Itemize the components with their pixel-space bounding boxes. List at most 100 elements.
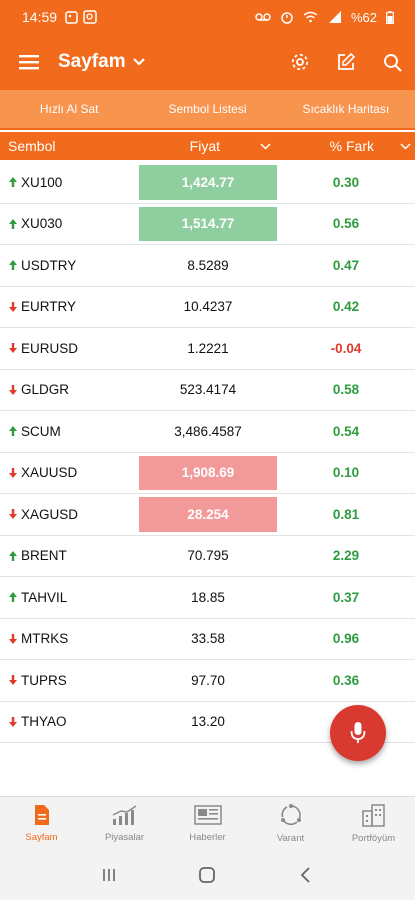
symbol-name: TUPRS	[21, 672, 67, 688]
table-row[interactable]: USDTRY 8.5289 0.47	[0, 245, 415, 287]
diff-cell: 0.58	[332, 382, 360, 398]
symbol-name: USDTRY	[21, 257, 77, 273]
voice-search-button[interactable]	[330, 705, 386, 761]
price-cell: 1,514.77	[139, 206, 277, 241]
symbol-name: XAGUSD	[21, 506, 79, 522]
nav-item-label: Sayfam	[25, 832, 58, 843]
document-icon	[32, 804, 52, 832]
column-symbol[interactable]: Sembol	[0, 138, 139, 154]
diff-cell: 0.37	[332, 589, 360, 605]
tab-quick-trade[interactable]: Hızlı Al Sat	[0, 90, 138, 128]
table-row[interactable]: XAUUSD 1,908.69 0.10	[0, 453, 415, 494]
alarm-icon	[279, 9, 295, 25]
nav-item-sayfam[interactable]: Sayfam	[0, 797, 83, 850]
column-price-label: Fiyat	[189, 138, 220, 154]
page-selector[interactable]: Sayfam	[58, 51, 146, 73]
diff-cell: 0.42	[332, 299, 360, 315]
recent-apps-button[interactable]	[89, 855, 129, 895]
chevron-down-icon	[132, 58, 145, 66]
diff-cell: 2.29	[332, 548, 360, 564]
status-bar: 14:59 %62	[0, 0, 415, 34]
table-header: Sembol Fiyat % Fark	[0, 132, 415, 160]
table-row[interactable]: TAHVIL 18.85 0.37	[0, 577, 415, 619]
arrow-up-icon	[8, 425, 18, 437]
price-cell: 3,486.4587	[174, 423, 242, 439]
arrow-down-icon	[8, 508, 18, 520]
symbol-cell: TAHVIL	[0, 577, 139, 618]
diff-cell: 0.47	[332, 257, 360, 273]
search-button[interactable]	[369, 34, 415, 90]
price-cell: 97.70	[191, 672, 225, 688]
battery-icon	[382, 9, 398, 25]
price-cell: 1.2221	[187, 340, 229, 356]
gallery-icon	[63, 9, 79, 25]
diff-cell: 0.10	[332, 465, 360, 481]
chevron-down-icon	[400, 142, 411, 150]
home-button[interactable]	[187, 855, 227, 895]
back-icon	[300, 867, 310, 883]
menu-button[interactable]	[0, 34, 58, 90]
table-row[interactable]: XAGUSD 28.254 0.81	[0, 494, 415, 536]
nav-item-varant[interactable]: Varant	[249, 797, 332, 850]
price-cell: 33.58	[191, 631, 225, 647]
symbol-name: GLDGR	[21, 382, 70, 398]
table-row[interactable]: XU100 1,424.77 0.30	[0, 162, 415, 204]
tab-heat-map[interactable]: Sıcaklık Haritası	[277, 90, 415, 128]
symbol-cell: EURTRY	[0, 287, 139, 328]
gear-icon	[291, 53, 309, 71]
table-row[interactable]: GLDGR 523.4174 0.58	[0, 370, 415, 411]
table-row[interactable]: EURTRY 10.4237 0.42	[0, 287, 415, 328]
symbol-name: SCUM	[21, 423, 61, 439]
table-row[interactable]: XU030 1,514.77 0.56	[0, 204, 415, 245]
nav-item-haberler[interactable]: Haberler	[166, 797, 249, 850]
bar-chart-icon	[111, 804, 139, 832]
table-row[interactable]: SCUM 3,486.4587 0.54	[0, 411, 415, 453]
bottom-navigation: Sayfam Piyasalar Haberler Varant Portföyüm	[0, 796, 415, 850]
arrow-down-icon	[8, 716, 18, 728]
symbol-cell: EURUSD	[0, 328, 139, 369]
system-navigation	[0, 850, 415, 900]
back-button[interactable]	[286, 855, 326, 895]
status-time: 14:59	[22, 9, 58, 25]
price-cell: 13.20	[191, 714, 225, 730]
nav-item-portf-y-m[interactable]: Portföyüm	[332, 797, 415, 850]
table-row[interactable]: EURUSD 1.2221 -0.04	[0, 328, 415, 370]
diff-cell: 0.36	[332, 672, 360, 688]
edit-icon	[338, 52, 356, 70]
symbol-cell: XU030	[0, 204, 139, 245]
symbol-name: EURTRY	[21, 299, 77, 315]
signal-icon	[327, 9, 343, 25]
nav-item-label: Haberler	[189, 832, 226, 843]
arrow-down-icon	[8, 301, 18, 313]
arrow-up-icon	[8, 176, 18, 188]
table-row[interactable]: TUPRS 97.70 0.36	[0, 660, 415, 702]
arrow-up-icon	[8, 218, 18, 230]
symbol-cell: SCUM	[0, 411, 139, 452]
symbol-table: XU100 1,424.77 0.30 XU030 1,514.77 0.56 USDTRY…	[0, 162, 415, 743]
symbol-cell: USDTRY	[0, 245, 139, 286]
arrow-down-icon	[8, 674, 18, 686]
arrow-up-icon	[8, 591, 18, 603]
table-row[interactable]: BRENT 70.795 2.29	[0, 536, 415, 577]
edit-button[interactable]	[323, 34, 369, 90]
column-price[interactable]: Fiyat	[139, 138, 277, 154]
header-actions	[277, 34, 415, 90]
settings-button[interactable]	[277, 34, 323, 90]
symbol-cell: XU100	[0, 162, 139, 203]
arrow-up-icon	[8, 550, 18, 562]
symbol-cell: BRENT	[0, 536, 139, 577]
table-row[interactable]: MTRKS 33.58 0.96	[0, 619, 415, 660]
price-cell: 10.4237	[183, 299, 233, 315]
tab-symbol-list[interactable]: Sembol Listesi	[138, 90, 276, 128]
symbol-cell: XAGUSD	[0, 494, 139, 535]
app-header: Sayfam	[0, 34, 415, 90]
status-right: %62	[255, 9, 401, 25]
price-cell: 8.5289	[187, 257, 229, 273]
diff-cell: 0.56	[332, 216, 360, 232]
hamburger-icon	[19, 55, 39, 70]
nav-item-label: Piyasalar	[104, 832, 145, 843]
nav-item-piyasalar[interactable]: Piyasalar	[83, 797, 166, 850]
microphone-icon	[350, 722, 366, 743]
column-diff[interactable]: % Fark	[277, 138, 415, 154]
news-icon	[193, 804, 222, 832]
